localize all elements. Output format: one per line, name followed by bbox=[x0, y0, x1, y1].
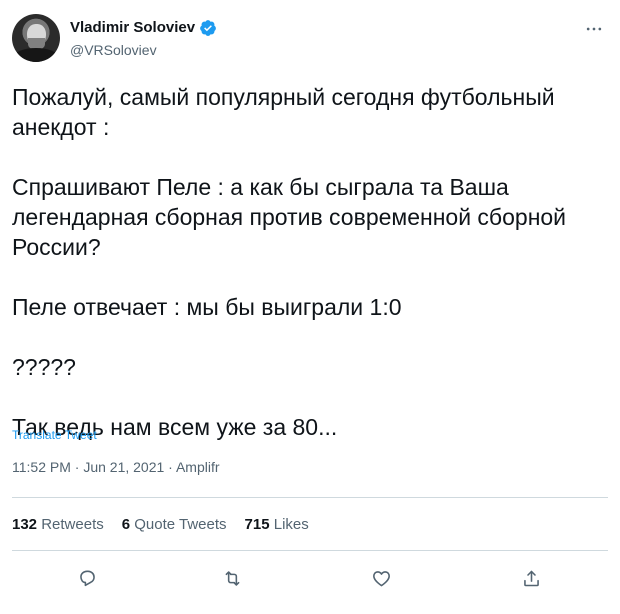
quote-tweets-count: 6 bbox=[121, 516, 131, 533]
tweet-line-1: Пожалуй, самый популярный сегодня футбол… bbox=[12, 84, 555, 140]
retweets-label: Retweets bbox=[41, 516, 104, 533]
retweets-stat[interactable]: 132 Retweets bbox=[12, 516, 104, 534]
author-handle[interactable]: @VRSoloviev bbox=[70, 42, 157, 58]
likes-label: Likes bbox=[273, 516, 309, 533]
tweet-line-2: Спрашивают Пеле : а как бы сыграла та Ва… bbox=[12, 174, 567, 260]
like-icon[interactable] bbox=[369, 566, 393, 590]
reply-icon[interactable] bbox=[75, 566, 99, 590]
quote-tweets-label: Quote Tweets bbox=[134, 516, 227, 533]
tweet-stats: 132 Retweets 6 Quote Tweets 715 Likes bbox=[12, 516, 309, 534]
tweet-text: Пожалуй, самый популярный сегодня футбол… bbox=[12, 82, 602, 442]
tweet-line-4: ????? bbox=[12, 354, 76, 380]
avatar-shoulders bbox=[14, 48, 58, 62]
author-name-row: Vladimir Soloviev bbox=[70, 19, 217, 37]
tweet-line-5: Так ведь нам всем уже за 80... bbox=[12, 414, 338, 440]
tweet-header: Vladimir Soloviev @VRSoloviev bbox=[12, 12, 608, 66]
likes-count: 715 bbox=[244, 516, 270, 533]
retweets-count: 132 bbox=[12, 516, 38, 533]
tweet-card: Vladimir Soloviev @VRSoloviev Пожалуй, с… bbox=[0, 0, 620, 614]
divider-bottom bbox=[12, 550, 608, 551]
quote-tweets-stat[interactable]: 6 Quote Tweets bbox=[122, 516, 227, 534]
tweet-line-3: Пеле отвечает : мы бы выиграли 1:0 bbox=[12, 294, 402, 320]
verified-badge-icon bbox=[199, 19, 217, 37]
more-icon[interactable] bbox=[582, 20, 606, 38]
share-icon[interactable] bbox=[519, 566, 543, 590]
author-name[interactable]: Vladimir Soloviev bbox=[70, 19, 195, 37]
likes-stat[interactable]: 715 Likes bbox=[245, 516, 309, 534]
tweet-actions bbox=[12, 566, 608, 590]
tweet-timestamp[interactable]: 11:52 PM · Jun 21, 2021 · Amplifr bbox=[12, 459, 220, 475]
translate-tweet-link[interactable]: Translate Tweet bbox=[12, 428, 97, 443]
avatar[interactable] bbox=[12, 14, 60, 62]
retweet-icon[interactable] bbox=[220, 566, 244, 590]
divider-top bbox=[12, 497, 608, 498]
